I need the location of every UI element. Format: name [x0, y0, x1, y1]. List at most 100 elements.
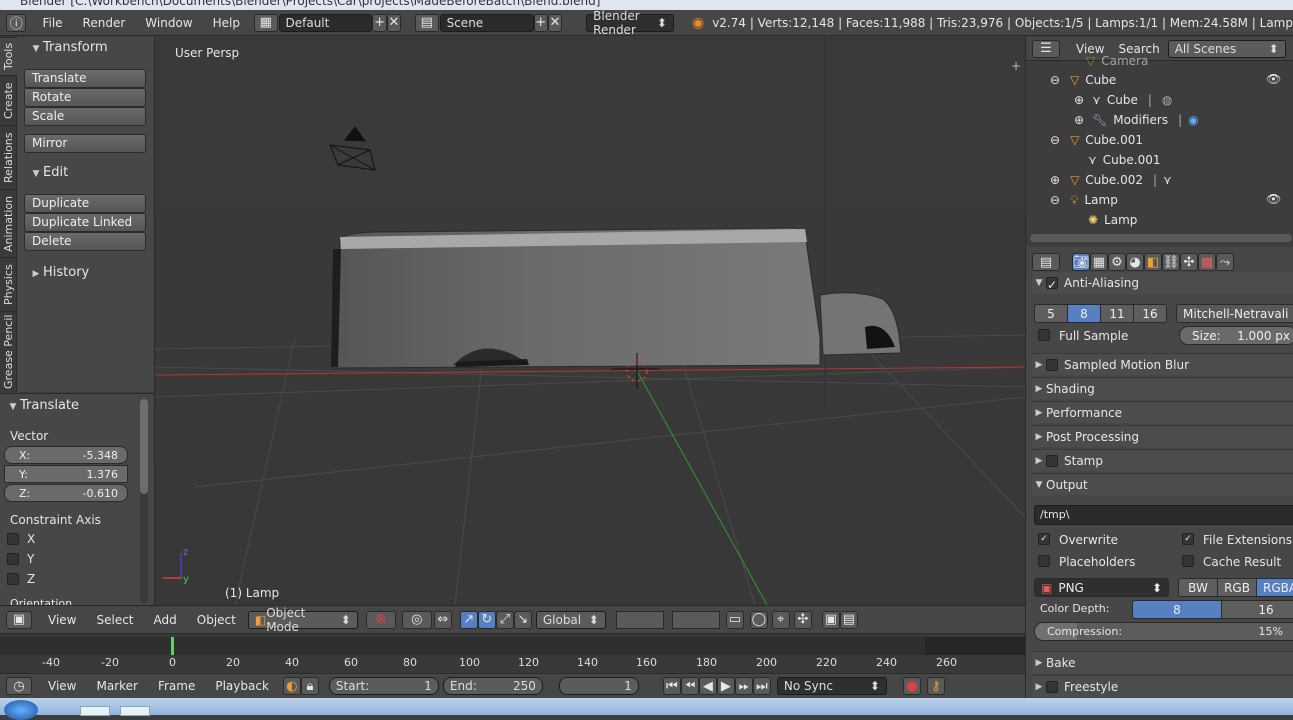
- anti-aliasing-panel[interactable]: ▼ ✓ Anti-Aliasing: [1032, 272, 1293, 294]
- view3d-editor-icon[interactable]: ▣: [6, 610, 32, 629]
- expand-icon[interactable]: ⊕: [1074, 113, 1084, 127]
- scene-tab-icon[interactable]: ⚙︎: [1108, 253, 1126, 271]
- render-layers-tab-icon[interactable]: ▦: [1090, 253, 1108, 271]
- timeline[interactable]: -40 -20 0 20 40 60 80 100 120 140 160 18…: [0, 633, 1025, 673]
- stamp-panel[interactable]: ▶ Stamp: [1032, 449, 1293, 471]
- tab-grease-pencil[interactable]: Grease Pencil: [0, 311, 17, 391]
- aa-sample-5[interactable]: 5: [1034, 304, 1068, 323]
- current-frame-field[interactable]: 1: [558, 677, 639, 695]
- properties-editor-icon[interactable]: ▤: [1032, 253, 1060, 271]
- visibility-eye-icon[interactable]: 👁︎: [1266, 192, 1281, 206]
- play-reverse-icon[interactable]: ◀: [698, 677, 717, 695]
- outliner-row-camera[interactable]: ▽ Camera: [1086, 51, 1148, 71]
- color-mode-rgba[interactable]: RGBA: [1256, 578, 1293, 597]
- world-tab-icon[interactable]: ◕: [1126, 253, 1144, 271]
- preview-range-icon[interactable]: ◐: [282, 677, 301, 695]
- jump-key-back-icon[interactable]: ⏪︎: [680, 677, 699, 695]
- redo-scrollbar[interactable]: [140, 399, 148, 603]
- lock-range-icon[interactable]: 🔒︎: [300, 677, 319, 695]
- collapse-icon[interactable]: ⊖: [1050, 73, 1060, 87]
- color-mode-rgb[interactable]: RGB: [1217, 578, 1257, 597]
- vector-x-field[interactable]: X: -5.348: [4, 446, 128, 464]
- proportional-edit-icon[interactable]: ◯: [749, 610, 768, 629]
- render-opengl-icon[interactable]: ▣: [821, 610, 840, 629]
- add-layout-button[interactable]: +: [372, 13, 387, 32]
- remove-layout-button[interactable]: ✕: [386, 13, 402, 32]
- stamp-checkbox[interactable]: [1046, 454, 1058, 467]
- mirror-button[interactable]: Mirror: [24, 134, 146, 153]
- snap-element-icon[interactable]: ✣: [793, 610, 812, 629]
- menu-help[interactable]: Help: [203, 16, 250, 30]
- play-icon[interactable]: ▶: [716, 677, 735, 695]
- object-tab-icon[interactable]: ◧: [1144, 253, 1162, 271]
- output-panel[interactable]: ▼ Output: [1032, 473, 1293, 495]
- timeline-menu-frame[interactable]: Frame: [148, 679, 205, 693]
- menu-view[interactable]: View: [38, 613, 86, 627]
- render-tab-icon[interactable]: 📷︎: [1072, 253, 1090, 271]
- filter-size-field[interactable]: Size: 1.000 px: [1179, 326, 1293, 345]
- outliner-row-cube002[interactable]: ⊕ ▽ Cube.002 | ⋎: [1050, 170, 1172, 190]
- outliner-row-lamp-data[interactable]: ✺ Lamp: [1088, 210, 1137, 230]
- modifiers-tab-icon[interactable]: ✣: [1180, 253, 1198, 271]
- translate-manipulator-icon[interactable]: ↗: [459, 610, 478, 629]
- outliner-editor-icon[interactable]: ☰: [1032, 39, 1060, 58]
- menu-file[interactable]: File: [32, 16, 72, 30]
- manipulator-toggle-icon[interactable]: ⇔: [433, 610, 452, 629]
- history-panel-header[interactable]: ▶ History: [29, 265, 90, 280]
- outliner-row-lamp[interactable]: ⊖ 💡︎ Lamp: [1050, 190, 1118, 210]
- scene-field[interactable]: Scene: [439, 13, 534, 32]
- scene-icon[interactable]: ▤: [415, 13, 439, 32]
- outliner-row-cube001-mesh[interactable]: ⋎ Cube.001: [1088, 150, 1161, 170]
- physics-tab-icon[interactable]: ⤳: [1216, 253, 1234, 271]
- menu-object[interactable]: Object: [187, 613, 246, 627]
- menu-add[interactable]: Add: [144, 613, 187, 627]
- menu-window[interactable]: Window: [135, 16, 202, 30]
- layout-icon[interactable]: ▦: [253, 13, 278, 32]
- extra-manipulator-icon[interactable]: ↘: [513, 610, 532, 629]
- jump-key-forward-icon[interactable]: ⏩︎: [734, 677, 753, 695]
- edit-panel-header[interactable]: ▼ Edit: [29, 165, 69, 180]
- constraint-z-checkbox[interactable]: [7, 573, 19, 585]
- layout-field[interactable]: Default: [278, 13, 373, 32]
- color-mode-bw[interactable]: BW: [1178, 578, 1218, 597]
- tab-tools[interactable]: Tools: [0, 37, 17, 75]
- transform-orientation-select[interactable]: Global ⬍: [535, 610, 606, 629]
- current-frame-marker[interactable]: [171, 637, 174, 655]
- cache-result-checkbox[interactable]: [1182, 555, 1194, 567]
- outliner-row-modifiers[interactable]: ⊕ 🔧︎ Modifiers | ◉: [1074, 110, 1199, 130]
- vector-z-field[interactable]: Z: -0.610: [4, 484, 128, 502]
- mode-select[interactable]: ◧ Object Mode ⬍: [247, 606, 358, 634]
- render-animation-icon[interactable]: ▤: [839, 610, 858, 629]
- collapse-icon[interactable]: ⊖: [1050, 133, 1060, 147]
- tab-animation[interactable]: Animation: [0, 189, 17, 257]
- aa-sample-16[interactable]: 16: [1133, 304, 1167, 323]
- anti-aliasing-checkbox[interactable]: ✓: [1046, 277, 1058, 292]
- 3d-viewport[interactable]: z y User Persp (1) Lamp +: [155, 37, 1025, 605]
- scale-button[interactable]: Scale: [24, 107, 146, 126]
- jump-end-icon[interactable]: ⏭︎: [752, 677, 771, 695]
- file-format-select[interactable]: ▣ PNG ⬍: [1034, 578, 1169, 597]
- tab-physics[interactable]: Physics: [0, 257, 17, 311]
- vector-y-field[interactable]: Y: 1.376: [4, 465, 128, 483]
- color-depth-8[interactable]: 8: [1132, 600, 1222, 619]
- timeline-editor-icon[interactable]: ◷: [6, 677, 32, 695]
- outliner-row-cube001[interactable]: ⊖ ▽ Cube.001: [1050, 130, 1143, 150]
- aa-sample-8[interactable]: 8: [1067, 304, 1101, 323]
- freestyle-panel[interactable]: ▶ Freestyle: [1032, 675, 1293, 697]
- start-frame-field[interactable]: Start: 1: [328, 677, 439, 695]
- jump-start-icon[interactable]: ⏮︎: [662, 677, 681, 695]
- expand-icon[interactable]: ⊕: [1074, 93, 1084, 107]
- placeholders-checkbox[interactable]: [1038, 555, 1050, 567]
- post-processing-panel[interactable]: ▶ Post Processing: [1032, 425, 1293, 447]
- timeline-menu-view[interactable]: View: [38, 679, 86, 693]
- menu-select[interactable]: Select: [86, 613, 143, 627]
- redo-panel-header[interactable]: ▼ Translate: [6, 398, 80, 413]
- outliner-filter-select[interactable]: All Scenes ⬍: [1167, 39, 1286, 58]
- layer-buttons[interactable]: [615, 610, 664, 629]
- end-frame-field[interactable]: End: 250: [442, 677, 543, 695]
- overwrite-checkbox[interactable]: ✓: [1038, 533, 1050, 545]
- motion-blur-checkbox[interactable]: [1046, 358, 1058, 371]
- rotate-manipulator-icon[interactable]: ↻: [477, 610, 496, 629]
- aa-filter-select[interactable]: Mitchell-Netravali: [1176, 304, 1293, 323]
- outliner-row-cube-mesh[interactable]: ⊕ ⋎ Cube | ◍: [1074, 90, 1172, 110]
